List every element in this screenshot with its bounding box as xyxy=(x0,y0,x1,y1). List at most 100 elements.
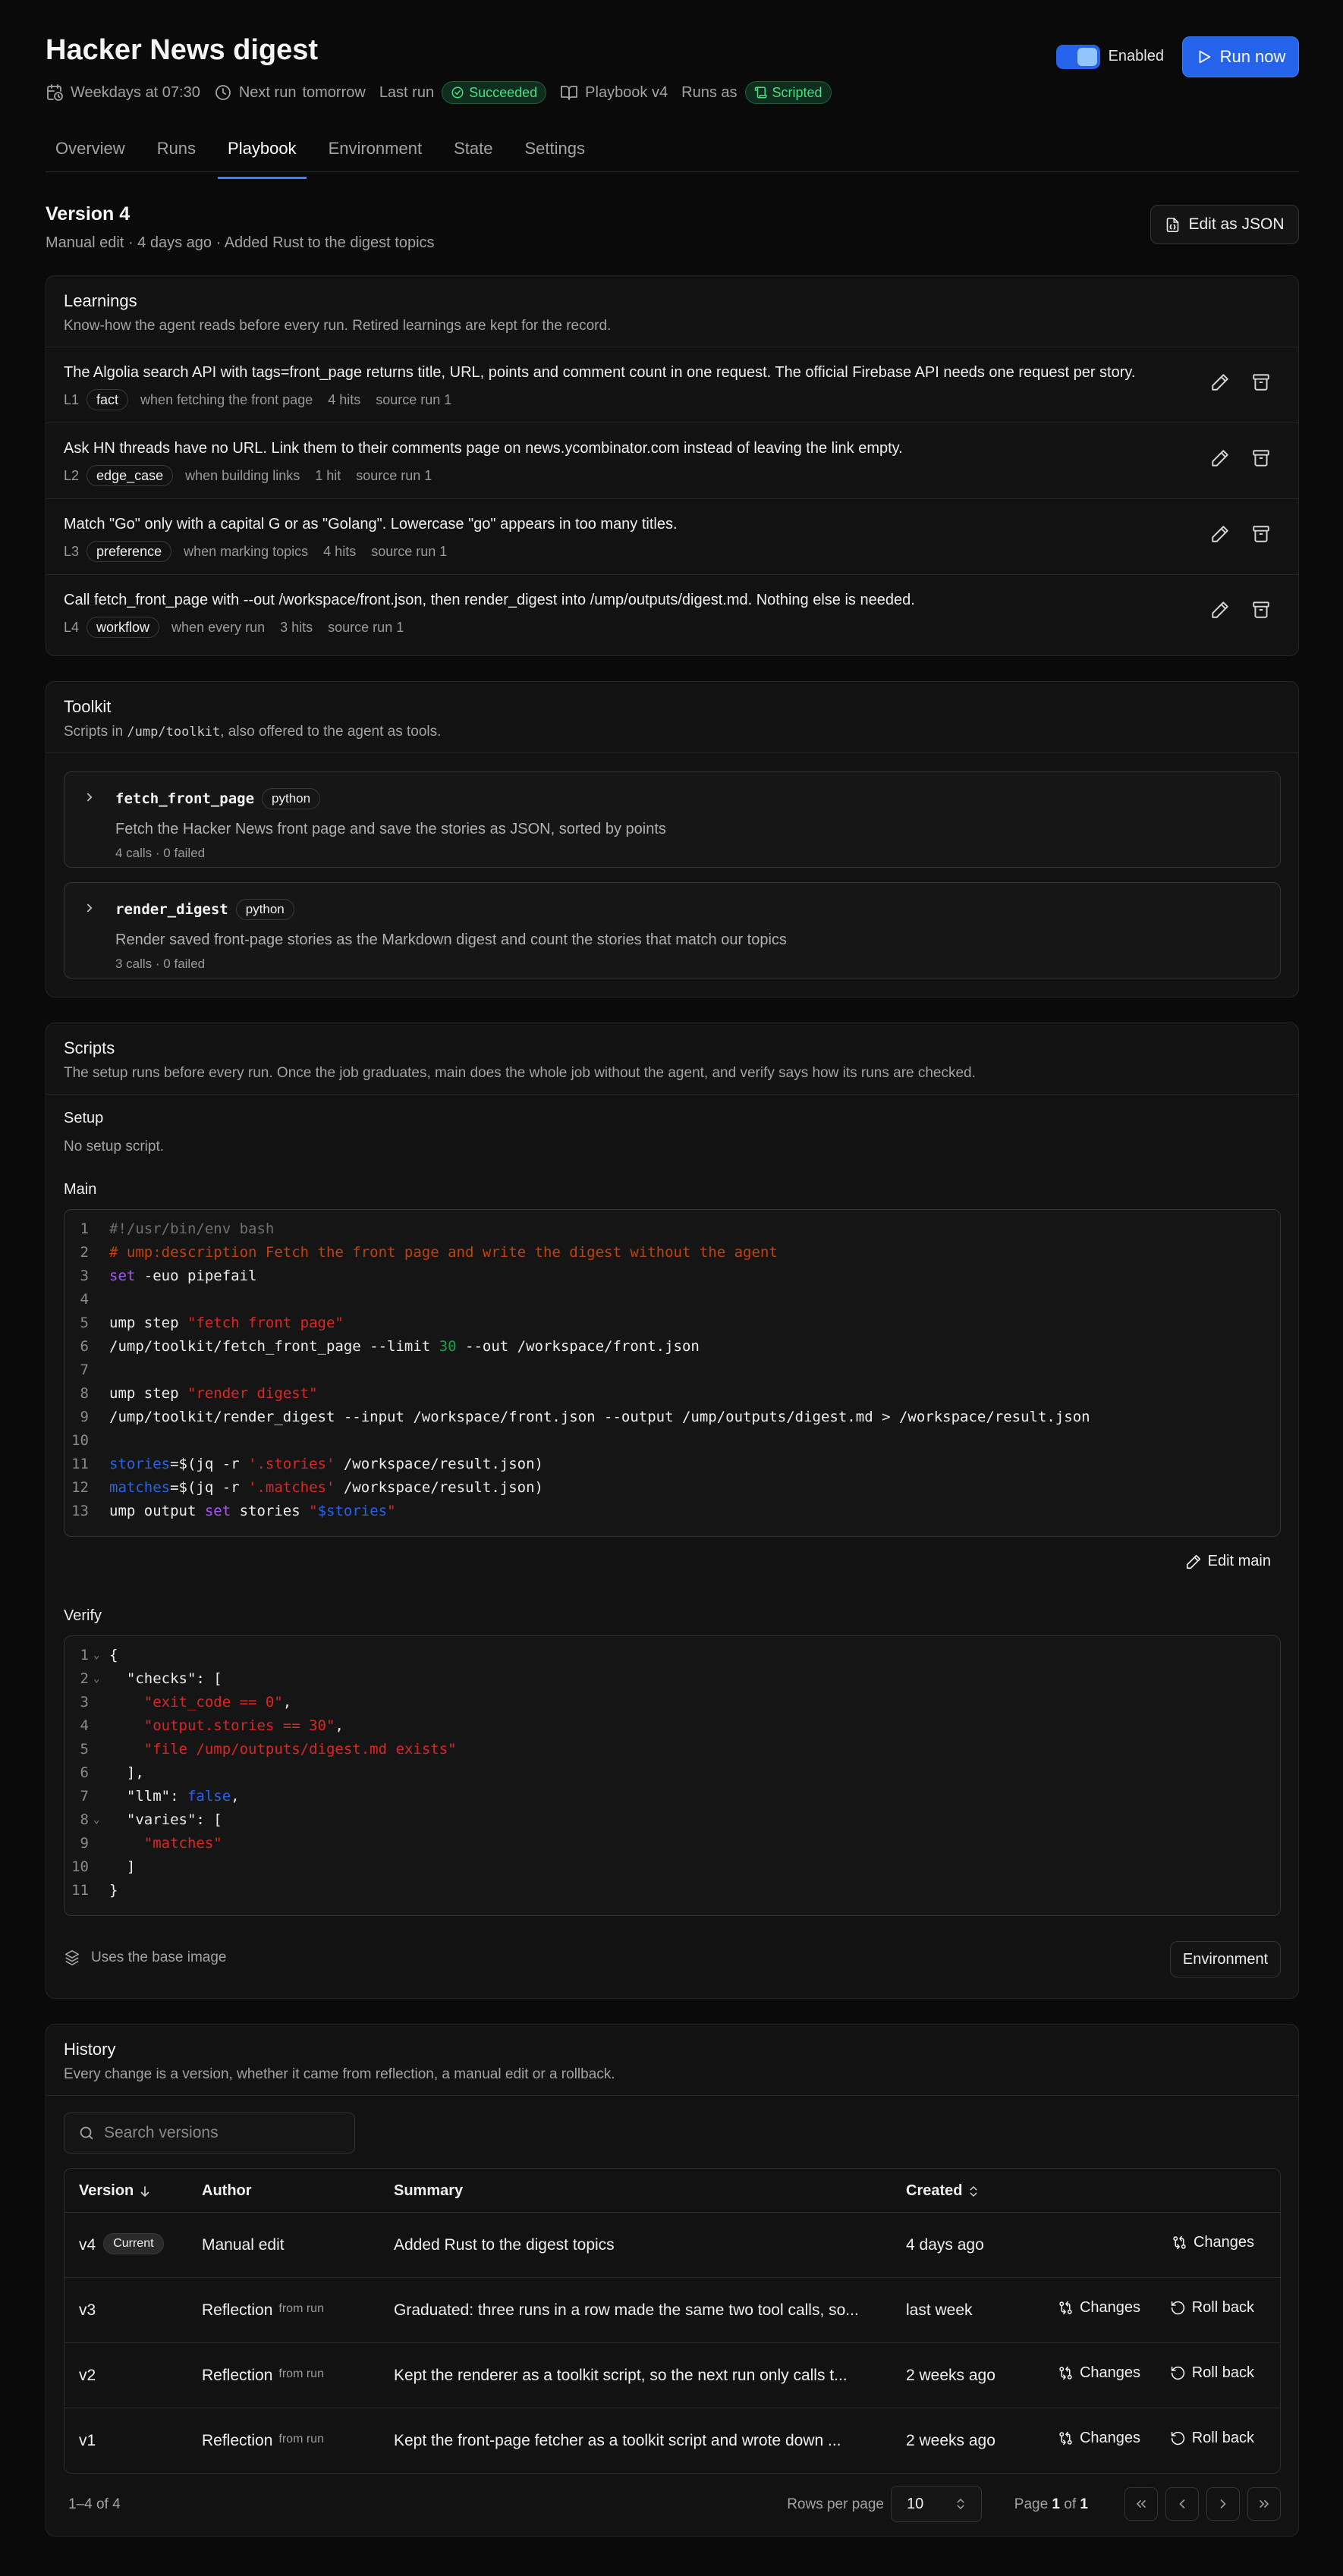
summary-cell: Added Rust to the digest topics xyxy=(394,2236,615,2254)
run-now-button[interactable]: Run now xyxy=(1182,36,1299,77)
changes-button[interactable]: Changes xyxy=(1058,2364,1140,2382)
from-run-link[interactable]: from run xyxy=(278,2433,324,2446)
column-header-created[interactable]: Created xyxy=(906,2169,980,2213)
learning-item: Ask HN threads have no URL. Link them to… xyxy=(46,423,1298,499)
previous-page-button[interactable] xyxy=(1165,2487,1199,2521)
row-count: 1–4 of 4 xyxy=(68,2496,121,2512)
tool-language-tag: python xyxy=(235,899,294,920)
rows-per-page-select[interactable]: 10 xyxy=(891,2486,982,2522)
tab-playbook[interactable]: Playbook xyxy=(218,133,307,179)
main-script-editor[interactable]: 1 #!/usr/bin/env bash 2 # ump:description F… xyxy=(64,1209,1281,1537)
learning-hits: 4 hits xyxy=(323,543,357,559)
archive-icon[interactable] xyxy=(1251,524,1271,544)
learning-item: The Algolia search API with tags=front_p… xyxy=(46,347,1298,423)
code-line: 5 ump step "fetch front page" xyxy=(64,1312,1280,1335)
versions-table: Version Author Summary Created v4 Current… xyxy=(64,2168,1281,2474)
changes-button[interactable]: Changes xyxy=(1058,2430,1140,2447)
tool-item[interactable]: fetch_front_page python Fetch the Hacker … xyxy=(64,771,1281,868)
archive-icon[interactable] xyxy=(1251,372,1271,392)
code-line: 1 ⌄ { xyxy=(64,1644,1280,1667)
roll-back-button[interactable]: Roll back xyxy=(1170,2364,1254,2382)
code-line: 2 ⌄ "checks": [ xyxy=(64,1667,1280,1691)
tab-environment[interactable]: Environment xyxy=(319,133,432,171)
code-line: 3 set -euo pipefail xyxy=(64,1264,1280,1288)
tab-overview[interactable]: Overview xyxy=(46,133,135,171)
code-text: "matches" xyxy=(143,1835,222,1852)
scripts-title: Scripts xyxy=(64,1038,115,1057)
learning-hits: 3 hits xyxy=(280,619,313,635)
roll-back-button[interactable]: Roll back xyxy=(1170,2430,1254,2447)
summary-cell: Graduated: three runs in a row made the … xyxy=(394,2301,859,2319)
code-line: 11} xyxy=(64,1879,1280,1902)
pencil-icon[interactable] xyxy=(1210,600,1230,620)
learnings-description: Know-how the agent reads before every ru… xyxy=(64,318,612,334)
line-number: 9 xyxy=(80,1409,89,1425)
enabled-label: Enabled xyxy=(1108,48,1164,64)
tab-runs[interactable]: Runs xyxy=(147,133,206,171)
last-run-status-text: Succeeded xyxy=(469,84,538,100)
archive-icon[interactable] xyxy=(1251,448,1271,468)
column-header-author: Author xyxy=(202,2182,252,2199)
next-page-button[interactable] xyxy=(1206,2487,1240,2521)
setup-empty-text: No setup script. xyxy=(64,1139,164,1154)
line-number: 5 xyxy=(80,1315,89,1331)
roll-back-button[interactable]: Roll back xyxy=(1170,2299,1254,2317)
rotate-ccw-icon xyxy=(1171,2366,1184,2380)
first-page-button[interactable] xyxy=(1124,2487,1158,2521)
table-pagination: 1–4 of 4 Rows per page 10 Page 1 of 1 xyxy=(64,2486,1281,2522)
chevrons-up-down-icon xyxy=(957,2498,964,2510)
git-compare-icon xyxy=(1059,2366,1072,2380)
next-run-value: tomorrow xyxy=(302,83,366,101)
git-compare-icon xyxy=(1173,2235,1186,2250)
fold-chevron-icon[interactable]: ⌄ xyxy=(93,1667,104,1691)
fold-chevron-icon[interactable]: ⌄ xyxy=(93,1644,104,1667)
tool-item[interactable]: render_digest python Render saved front-p… xyxy=(64,882,1281,979)
edit-main-button[interactable]: Edit main xyxy=(1185,1553,1271,1570)
fold-chevron-icon[interactable]: ⌄ xyxy=(93,1808,104,1832)
version-cell: v3 xyxy=(79,2278,96,2343)
line-number: 10 xyxy=(71,1858,89,1875)
from-run-link[interactable]: from run xyxy=(278,2302,324,2315)
search-versions-field[interactable] xyxy=(64,2113,355,2153)
column-header-version[interactable]: Version xyxy=(79,2169,152,2213)
tab-bar: Overview Runs Playbook Environment State… xyxy=(46,133,1299,179)
chevron-right-icon[interactable] xyxy=(83,901,96,915)
verify-label: Verify xyxy=(64,1607,102,1624)
line-number: 13 xyxy=(71,1503,89,1519)
main-label: Main xyxy=(64,1181,97,1198)
code-line: 7 "llm": false, xyxy=(64,1785,1280,1808)
job-header: Hacker News digest Weekdays at 07:30 Nex… xyxy=(46,34,1299,110)
author-cell: Reflection from run xyxy=(202,2278,324,2345)
environment-button[interactable]: Environment xyxy=(1170,1941,1281,1978)
learning-id: L3 xyxy=(64,543,80,559)
code-line: 11 stories=$(jq -r '.stories' /workspace/… xyxy=(64,1453,1280,1476)
verify-json-editor[interactable]: 1 ⌄{2 ⌄ "checks": [3 "exit_code == 0", 4 "o… xyxy=(64,1635,1281,1916)
line-number: 1 xyxy=(80,1647,89,1663)
tab-state[interactable]: State xyxy=(444,133,502,171)
tab-settings[interactable]: Settings xyxy=(514,133,595,171)
pencil-icon[interactable] xyxy=(1210,524,1230,544)
enabled-toggle[interactable] xyxy=(1056,45,1100,69)
search-versions-input[interactable] xyxy=(104,2124,347,2142)
edit-as-json-button[interactable]: Edit as JSON xyxy=(1150,205,1299,244)
line-number: 7 xyxy=(80,1788,89,1805)
setup-label: Setup xyxy=(64,1110,104,1126)
archive-icon[interactable] xyxy=(1251,600,1271,620)
pencil-icon[interactable] xyxy=(1210,448,1230,468)
last-page-button[interactable] xyxy=(1247,2487,1281,2521)
code-line: 4 xyxy=(64,1288,1280,1312)
toolkit-desc-pre: Scripts in xyxy=(64,724,127,740)
book-open-icon xyxy=(561,86,578,100)
table-row: v4 Current Manual edit Added Rust to the di… xyxy=(64,2213,1280,2278)
learning-source: source run 1 xyxy=(371,543,448,559)
summary-cell: Kept the renderer as a toolkit script, s… xyxy=(394,2367,848,2384)
file-json-icon xyxy=(1167,217,1179,232)
code-text: ump output set stories "$stories" xyxy=(109,1503,396,1519)
chevron-right-icon[interactable] xyxy=(83,790,96,804)
learning-id: L2 xyxy=(64,467,80,483)
changes-button[interactable]: Changes xyxy=(1172,2234,1254,2251)
changes-button[interactable]: Changes xyxy=(1058,2299,1140,2317)
pencil-icon[interactable] xyxy=(1210,372,1230,392)
from-run-link[interactable]: from run xyxy=(278,2367,324,2380)
learning-kind-tag: preference xyxy=(86,541,172,562)
